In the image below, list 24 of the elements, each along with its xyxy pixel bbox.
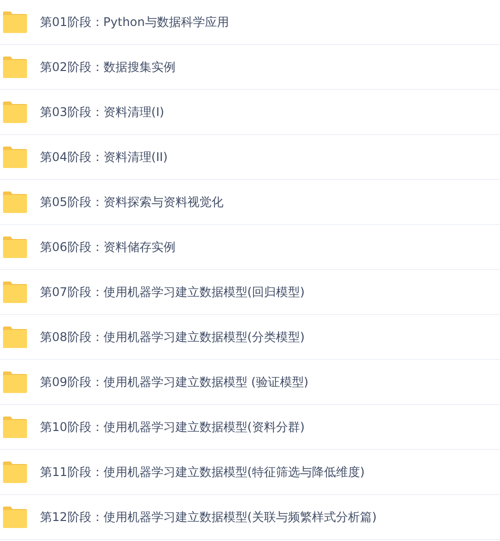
folder-icon (2, 11, 28, 33)
folder-name[interactable]: 第01阶段：Python与数据科学应用 (40, 13, 229, 31)
folder-icon (2, 281, 28, 303)
folder-name[interactable]: 第10阶段：使用机器学习建立数据模型(资料分群) (40, 418, 305, 436)
folder-name[interactable]: 第03阶段：资料清理(I) (40, 103, 164, 121)
folder-name[interactable]: 第06阶段：资料储存实例 (40, 238, 176, 256)
folder-icon (2, 326, 28, 348)
folder-icon (2, 101, 28, 123)
folder-icon (2, 191, 28, 213)
folder-name[interactable]: 第07阶段：使用机器学习建立数据模型(回归模型) (40, 283, 305, 301)
folder-name[interactable]: 第05阶段：资料探索与资料视觉化 (40, 193, 224, 211)
folder-icon (2, 461, 28, 483)
folder-icon (2, 416, 28, 438)
folder-name[interactable]: 第12阶段：使用机器学习建立数据模型(关联与频繁样式分析篇) (40, 508, 377, 526)
folder-icon (2, 236, 28, 258)
folder-name[interactable]: 第09阶段：使用机器学习建立数据模型 (验证模型) (40, 373, 308, 391)
folder-name[interactable]: 第02阶段：数据搜集实例 (40, 58, 176, 76)
folder-name[interactable]: 第08阶段：使用机器学习建立数据模型(分类模型) (40, 328, 305, 346)
folder-name[interactable]: 第11阶段：使用机器学习建立数据模型(特征筛选与降低维度) (40, 463, 365, 481)
folder-icon (2, 506, 28, 528)
folder-icon (2, 371, 28, 393)
folder-icon (2, 56, 28, 78)
folder-icon (2, 146, 28, 168)
folder-name[interactable]: 第04阶段：资料清理(II) (40, 148, 168, 166)
